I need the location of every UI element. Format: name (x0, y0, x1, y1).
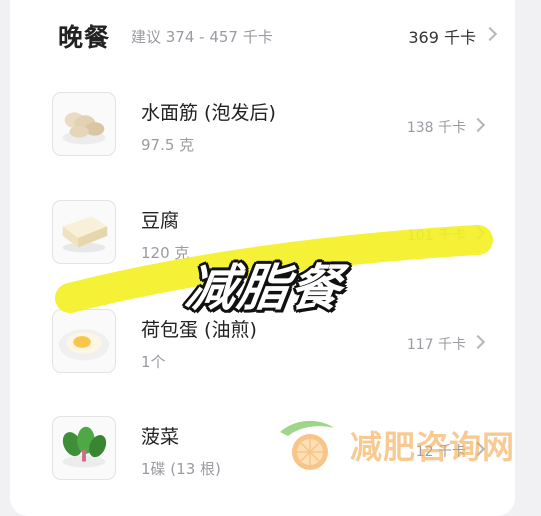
food-amount: 1个 (141, 353, 166, 371)
food-name: 荷包蛋 (油煎) (141, 319, 257, 341)
food-item-fried-egg[interactable]: 荷包蛋 (油煎) 1个 117 千卡 (52, 309, 492, 379)
fried-egg-icon (52, 309, 116, 373)
chevron-right-icon (470, 441, 486, 457)
tofu-icon (52, 200, 116, 264)
food-calories: 117 千卡 (406, 337, 466, 353)
food-item-tofu[interactable]: 豆腐 120 克 101 千卡 (52, 200, 492, 270)
food-amount: 97.5 克 (141, 136, 195, 154)
chevron-right-icon (470, 225, 486, 241)
seitan-icon (52, 92, 116, 156)
food-calories: 138 千卡 (406, 120, 466, 136)
food-item-seitan[interactable]: 水面筋 (泡发后) 97.5 克 138 千卡 (52, 92, 492, 162)
meal-total-calories: 369 千卡 (408, 28, 476, 47)
spinach-icon (52, 416, 116, 480)
food-item-spinach[interactable]: 菠菜 1碟 (13 根) 12 千卡 (52, 416, 492, 486)
food-name: 菠菜 (141, 426, 180, 448)
food-calories: 12 千卡 (415, 444, 466, 460)
chevron-right-icon (482, 26, 498, 42)
meal-header[interactable]: 晚餐 建议 374 - 457 千卡 369 千卡 (58, 18, 498, 52)
food-name: 豆腐 (141, 210, 180, 232)
chevron-right-icon (470, 117, 486, 133)
calorie-suggestion: 建议 374 - 457 千卡 (131, 28, 273, 46)
food-name: 水面筋 (泡发后) (141, 102, 276, 124)
food-amount: 1碟 (13 根) (141, 460, 221, 478)
meal-title: 晚餐 (58, 23, 111, 52)
food-amount: 120 克 (141, 244, 190, 262)
food-calories: 101 千卡 (406, 228, 466, 244)
chevron-right-icon (470, 334, 486, 350)
